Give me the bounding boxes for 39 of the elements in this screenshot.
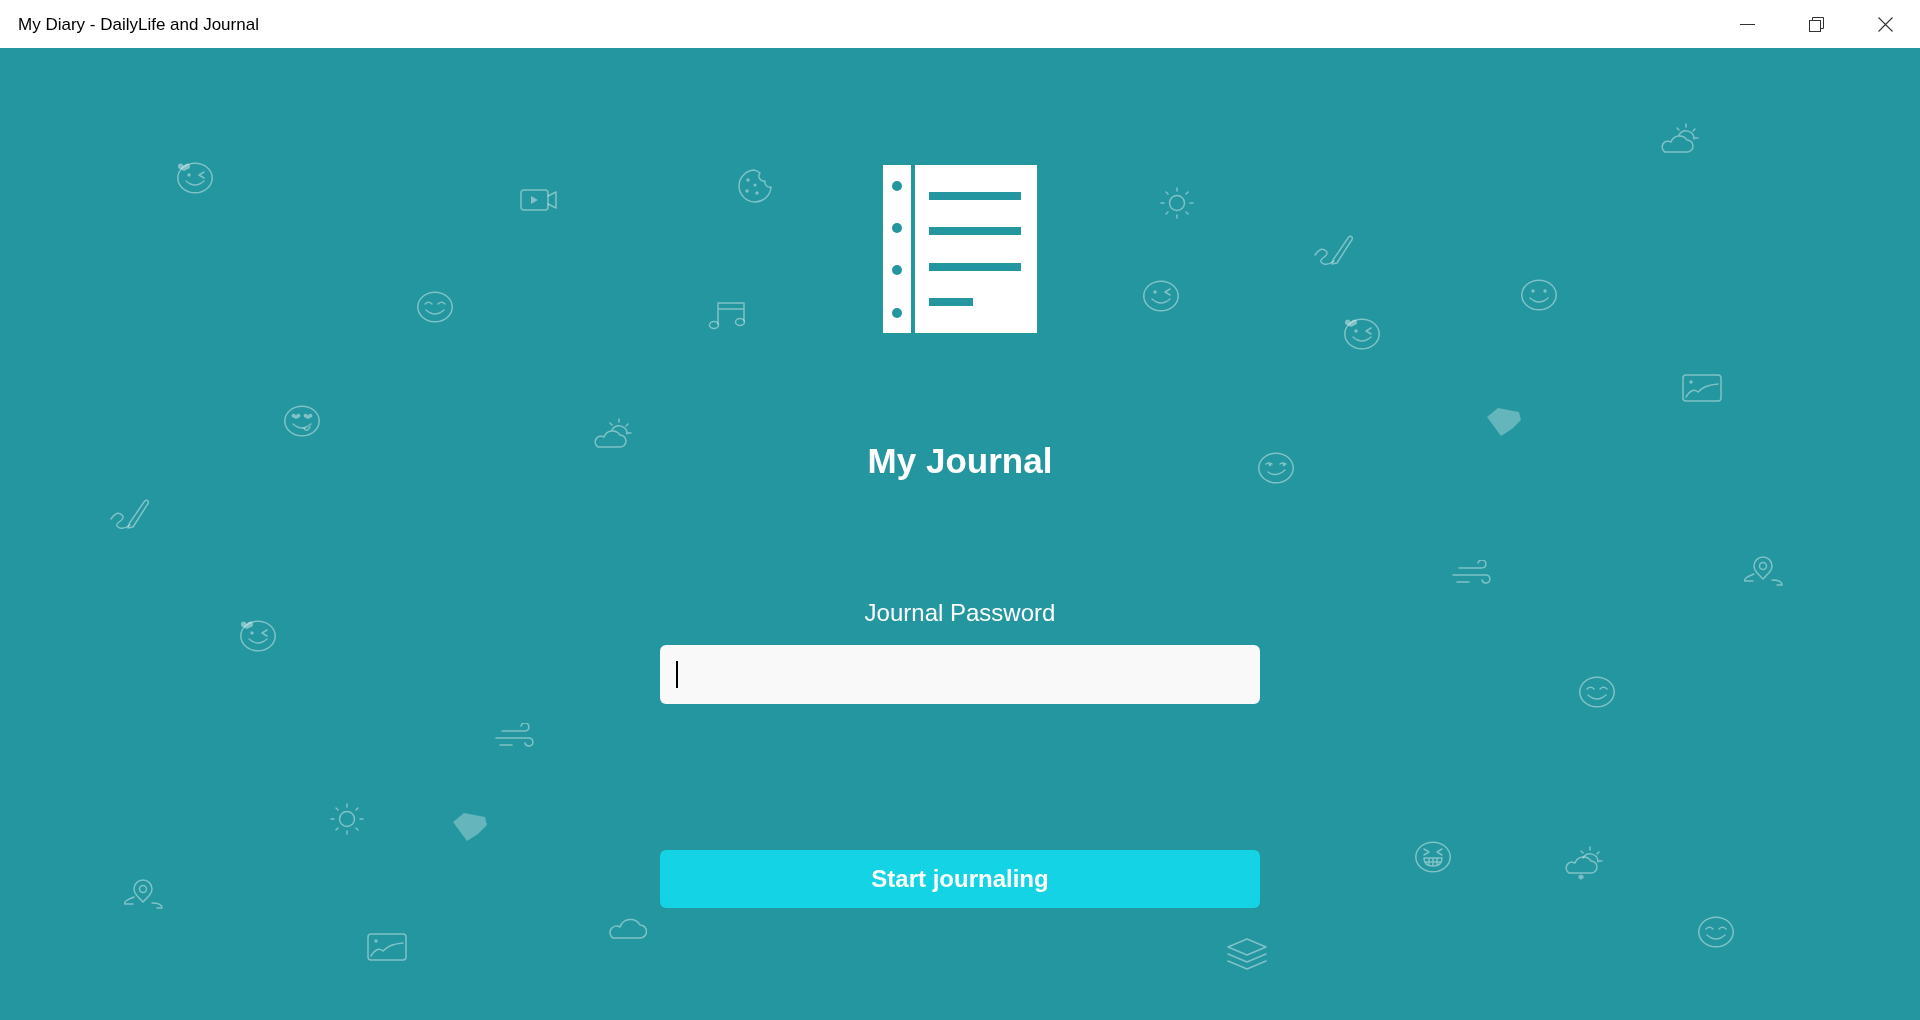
sun-icon — [329, 803, 365, 835]
gem-icon — [452, 812, 488, 842]
minimize-icon — [1740, 23, 1755, 25]
start-journaling-button[interactable]: Start journaling — [660, 850, 1260, 908]
winking-smiley-icon — [1343, 318, 1381, 350]
laughing-smiley-icon — [1414, 841, 1452, 873]
layers-icon — [1227, 938, 1267, 970]
password-field[interactable] — [660, 645, 1260, 704]
smiley-icon — [1520, 279, 1558, 311]
cloud-sun-icon — [1659, 123, 1699, 153]
cloud-sun-icon — [592, 418, 632, 448]
cloud-icon — [607, 917, 647, 939]
field-label: Journal Password — [864, 598, 1056, 628]
smiley-icon — [416, 291, 454, 323]
winking-smiley-icon — [239, 620, 277, 652]
wind-icon — [494, 723, 534, 747]
restore-icon — [1809, 16, 1824, 32]
cloud-sun-snow-icon — [1563, 846, 1603, 880]
pencil-icon — [109, 497, 149, 529]
image-icon — [1682, 374, 1722, 402]
window-title: My Diary - DailyLife and Journal — [18, 15, 259, 33]
pencil-icon — [1313, 233, 1353, 265]
image-icon — [367, 933, 407, 961]
wind-icon — [1451, 560, 1491, 584]
app-title: My Journal — [867, 440, 1053, 482]
location-pin-icon — [122, 878, 164, 910]
winking-smiley-icon — [1142, 280, 1180, 312]
video-camera-icon — [520, 189, 558, 211]
cookie-icon — [735, 169, 773, 203]
close-icon — [1878, 16, 1893, 32]
winking-smiley-icon — [176, 162, 214, 194]
smiley-icon — [1257, 452, 1295, 484]
gem-icon — [1486, 407, 1522, 437]
location-pin-icon — [1742, 555, 1784, 587]
music-note-icon — [708, 300, 746, 330]
smiley-icon — [1697, 916, 1735, 948]
heart-eyes-smiley-icon — [283, 405, 321, 437]
smiley-icon — [1578, 676, 1616, 708]
sun-icon — [1159, 187, 1195, 219]
